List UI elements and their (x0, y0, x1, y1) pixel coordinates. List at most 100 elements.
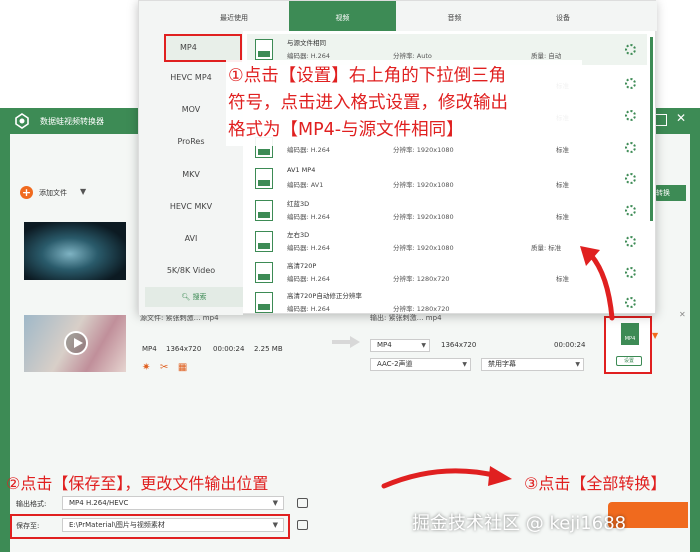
tab-device[interactable]: 设备 (513, 1, 613, 31)
play-icon[interactable] (64, 331, 88, 355)
output-format-select[interactable]: MP4 ▼ (370, 339, 430, 352)
output-duration: 00:00:24 (554, 341, 586, 349)
folder-icon[interactable] (297, 520, 308, 530)
format-codec: 编码器: H.264 (287, 275, 331, 283)
format-resolution: 分辨率: 1920x1080 (393, 213, 454, 221)
format-resolution: 分辨率: 1920x1080 (393, 244, 454, 252)
format-name: 红蓝3D (287, 200, 310, 208)
gear-icon[interactable] (625, 236, 636, 247)
format-name: 高清720P (287, 262, 317, 270)
format-file-icon (255, 292, 273, 313)
category-avi[interactable]: AVI (139, 225, 243, 253)
format-codec: 编码器: H.264 (287, 213, 331, 221)
dropdown-arrow-icon: ▼ (575, 361, 580, 368)
gear-icon[interactable] (625, 44, 636, 55)
audio-track-value: AAC-2声道 (377, 360, 413, 368)
step1-annotation: ①点击【设置】右上角的下拉倒三角 符号，点击进入格式设置，修改输出 格式为【MP… (228, 63, 508, 144)
format-name: 高清720P自动修正分辨率 (287, 292, 362, 300)
step1-line: 符号，点击进入格式设置，修改输出 (228, 93, 508, 113)
output-format-field[interactable]: MP4 H.264/HEVC ▼ (62, 496, 284, 510)
add-file-label: 添加文件 (39, 189, 67, 197)
subtitle-edit-icon[interactable]: ▦ (178, 362, 187, 373)
tab-audio[interactable]: 音频 (401, 1, 508, 31)
format-name: 与源文件相同 (287, 39, 326, 47)
format-resolution: 分辨率: 1280x720 (393, 305, 450, 313)
format-name: 左右3D (287, 231, 310, 239)
output-format-label: 输出格式: (16, 500, 47, 508)
app-logo-icon (15, 113, 29, 129)
output-format-field-value: MP4 H.264/HEVC (69, 499, 129, 507)
source-size: 2.25 MB (254, 345, 283, 353)
format-row[interactable]: AV1 MP4 编码器: AV1 分辨率: 1920x1080 标准 (247, 163, 647, 194)
format-resolution: 分辨率: Auto (393, 52, 432, 60)
dropdown-arrow-icon: ▼ (462, 361, 467, 368)
format-settings-icon[interactable] (297, 498, 308, 508)
format-resolution: 分辨率: 1280x720 (393, 275, 450, 283)
cut-icon[interactable]: ✂ (160, 362, 168, 373)
category-hevc-mkv[interactable]: HEVC MKV (139, 193, 243, 221)
output-resolution: 1364x720 (441, 341, 477, 349)
step2-annotation: ②点击【保存至】，更改文件输出位置 (6, 474, 269, 493)
remove-file-icon[interactable]: ✕ (679, 310, 686, 319)
save-to-label: 保存至: (16, 522, 40, 530)
category-5k8k[interactable]: 5K/8K Video (139, 257, 243, 285)
category-mp4[interactable]: MP4 (164, 34, 242, 62)
format-file-icon (255, 168, 273, 189)
output-format-value: MP4 (377, 341, 392, 349)
gear-icon[interactable] (625, 78, 636, 89)
dropdown-arrow-icon: ▼ (421, 342, 426, 349)
format-codec: 编码器: H.264 (287, 305, 331, 313)
mp4-file-icon[interactable]: MP4 (621, 323, 639, 345)
format-quality: 质量: 标准 (531, 244, 562, 252)
audio-track-select[interactable]: AAC-2声道 ▼ (370, 358, 471, 371)
arrow-right-icon (332, 336, 360, 348)
format-quality: 标准 (556, 275, 569, 283)
gear-icon[interactable] (625, 173, 636, 184)
format-quality: 质量: 自动 (531, 52, 562, 60)
gear-icon[interactable] (625, 297, 636, 308)
subtitle-select[interactable]: 禁用字幕 ▼ (481, 358, 584, 371)
effects-icon[interactable]: ✷ (142, 362, 150, 373)
close-icon[interactable]: ✕ (676, 111, 686, 125)
format-resolution: 分辨率: 1920x1080 (393, 181, 454, 189)
step1-line: 格式为【MP4-与源文件相同】 (228, 120, 464, 140)
step1-line: ①点击【设置】右上角的下拉倒三角 (228, 66, 507, 86)
scrollbar[interactable] (650, 37, 653, 221)
search-icon: 🔍︎ (181, 293, 191, 301)
format-row[interactable]: 红蓝3D 编码器: H.264 分辨率: 1920x1080 标准 (247, 195, 647, 226)
gear-icon[interactable] (625, 110, 636, 121)
gear-icon[interactable] (625, 267, 636, 278)
format-file-icon (255, 231, 273, 252)
source-resolution: 1364x720 (166, 345, 202, 353)
edit-tools[interactable]: ✷ ✂ ▦ (142, 362, 187, 373)
watermark: 掘金技术社区 @ keji1688 (412, 513, 627, 534)
gear-icon[interactable] (625, 205, 636, 216)
chevron-down-icon[interactable]: ▼ (80, 187, 86, 196)
save-path-field[interactable]: E:\PrMaterial\图片与视频素材 ▼ (62, 518, 284, 532)
subtitle-value: 禁用字幕 (488, 360, 516, 368)
category-mkv[interactable]: MKV (139, 161, 243, 189)
format-tabs: 最近使用 视频 音频 设备 (139, 1, 657, 31)
maximize-icon[interactable] (655, 114, 667, 126)
output-format-badge[interactable]: MP4 设置 (604, 316, 652, 374)
step3-annotation: ③点击【全部转换】 (524, 474, 667, 493)
right-border (690, 134, 700, 552)
save-path-value: E:\PrMaterial\图片与视频素材 (69, 521, 165, 529)
tab-recent[interactable]: 最近使用 (184, 1, 284, 31)
video-thumbnail-active[interactable] (24, 315, 126, 372)
format-codec: 编码器: H.264 (287, 244, 331, 252)
format-dropdown-caret-icon[interactable]: ▼ (652, 331, 658, 340)
video-thumbnail[interactable] (24, 222, 126, 280)
format-codec: 编码器: H.264 (287, 52, 331, 60)
format-codec: 编码器: AV1 (287, 181, 324, 189)
format-quality: 标准 (556, 181, 569, 189)
format-setting-button[interactable]: 设置 (616, 356, 642, 366)
search-label: 搜索 (192, 293, 207, 301)
tab-video[interactable]: 视频 (289, 1, 396, 31)
plus-icon: + (20, 186, 33, 199)
format-quality: 标准 (556, 213, 569, 221)
dropdown-arrow-icon: ▼ (272, 521, 278, 529)
search-button[interactable]: 🔍︎ 搜索 (145, 287, 243, 307)
gear-icon[interactable] (625, 142, 636, 153)
format-file-icon (255, 200, 273, 221)
